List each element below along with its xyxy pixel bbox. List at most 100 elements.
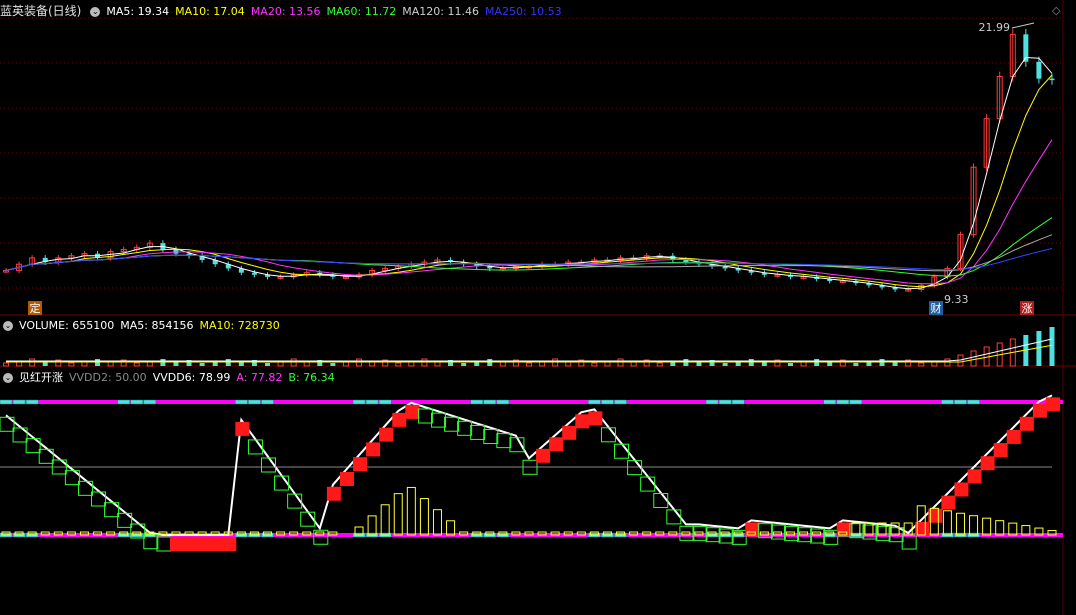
volume-bar bbox=[395, 362, 402, 367]
indicator-top-band-seg bbox=[352, 399, 366, 405]
rising-block bbox=[1006, 429, 1021, 444]
volume-bar bbox=[199, 363, 205, 366]
volume-bar bbox=[303, 361, 310, 367]
volume-bar bbox=[591, 362, 598, 367]
badge-left: 定 bbox=[30, 301, 41, 315]
candle-down bbox=[1036, 61, 1042, 79]
candle-down bbox=[251, 272, 257, 275]
histogram-bar bbox=[955, 512, 965, 536]
volume-bar bbox=[499, 361, 506, 367]
indicator-top-band-seg bbox=[261, 399, 274, 405]
rising-block bbox=[536, 448, 551, 463]
histogram-bar bbox=[393, 493, 403, 536]
volume-bar bbox=[1036, 331, 1042, 366]
volume-bar bbox=[1049, 327, 1055, 366]
histogram-bar bbox=[367, 515, 377, 536]
volume-bar bbox=[173, 362, 179, 366]
rising-block bbox=[339, 471, 354, 486]
falling-block bbox=[627, 460, 643, 476]
rising-block bbox=[353, 457, 368, 472]
indicator-top-band-seg bbox=[378, 399, 392, 405]
rising-block bbox=[379, 427, 394, 442]
rising-block bbox=[183, 537, 198, 551]
rising-block bbox=[326, 486, 341, 501]
diamond-icon: ◇ bbox=[1052, 4, 1061, 17]
volume-bar bbox=[892, 362, 898, 366]
rising-block bbox=[235, 421, 250, 436]
volume-bar bbox=[827, 362, 833, 366]
rising-block bbox=[980, 456, 995, 471]
indicator-top-band-seg bbox=[143, 399, 157, 405]
indicator-top-band-seg bbox=[705, 399, 719, 405]
rising-block bbox=[169, 537, 184, 551]
volume-bar bbox=[369, 361, 376, 367]
indicator-top-band-seg bbox=[12, 399, 26, 405]
chart-canvas[interactable]: 21.99 9.33 ◇ 定 财 涨 bbox=[0, 0, 1076, 615]
badge-mid: 财 bbox=[931, 301, 942, 315]
rising-block bbox=[366, 442, 381, 457]
volume-bar bbox=[526, 362, 532, 367]
rising-block bbox=[954, 482, 969, 497]
falling-block bbox=[483, 429, 499, 445]
volume-bar bbox=[434, 361, 441, 367]
volume-bar bbox=[696, 362, 702, 366]
high-arrow-icon bbox=[1011, 22, 1035, 29]
rising-block bbox=[392, 412, 407, 427]
histogram-bar bbox=[406, 486, 416, 536]
falling-block bbox=[444, 416, 460, 432]
falling-block bbox=[640, 476, 656, 492]
indicator-top-band-seg bbox=[235, 399, 248, 405]
volume-bar bbox=[565, 361, 572, 367]
candle-down bbox=[1049, 78, 1055, 81]
indicator-top-band-seg bbox=[731, 399, 745, 405]
volume-bar bbox=[330, 363, 336, 366]
rising-block bbox=[562, 425, 577, 440]
low-price-label: 9.33 bbox=[944, 293, 969, 306]
rising-block bbox=[967, 469, 982, 484]
indicator-top-band-seg bbox=[130, 399, 143, 405]
indicator-top-band-seg bbox=[365, 399, 379, 405]
volume-ma5-line bbox=[6, 338, 1053, 362]
falling-block bbox=[496, 433, 512, 449]
indicator-top-band-seg bbox=[25, 399, 39, 405]
histogram-bar bbox=[942, 510, 952, 536]
rising-block bbox=[1046, 397, 1060, 412]
rising-block bbox=[993, 443, 1008, 458]
volume-bar bbox=[853, 363, 859, 366]
falling-block bbox=[156, 536, 172, 552]
volume-bar bbox=[107, 361, 114, 367]
histogram-bar bbox=[432, 509, 442, 536]
indicator-top-band-seg bbox=[823, 399, 836, 405]
indicator-top-band-seg bbox=[718, 399, 732, 405]
badge-right: 涨 bbox=[1022, 302, 1033, 315]
volume-bar bbox=[722, 363, 728, 366]
falling-block bbox=[470, 424, 486, 440]
volume-bar bbox=[133, 362, 140, 367]
rising-block bbox=[209, 537, 224, 551]
indicator-top-band-seg bbox=[836, 399, 850, 405]
volume-bar bbox=[761, 362, 767, 366]
histogram-bar bbox=[380, 504, 390, 536]
volume-bar bbox=[42, 362, 48, 366]
indicator-top-band bbox=[0, 400, 1063, 404]
falling-block bbox=[430, 412, 446, 428]
indicator-top-band-seg bbox=[117, 399, 130, 405]
ma-line-1 bbox=[5, 74, 1053, 288]
falling-block bbox=[417, 408, 433, 424]
indicator-top-band-seg bbox=[967, 399, 980, 405]
rising-block bbox=[588, 411, 603, 426]
rising-block bbox=[549, 437, 564, 452]
indicator-top-band-seg bbox=[248, 399, 261, 405]
candle-down bbox=[683, 259, 689, 263]
volume-bar bbox=[238, 362, 244, 366]
rising-block bbox=[222, 537, 237, 551]
indicator-top-band-seg bbox=[496, 399, 510, 405]
falling-block bbox=[901, 534, 917, 550]
histogram-bar bbox=[446, 520, 456, 536]
rising-block bbox=[941, 495, 956, 510]
histogram-bar bbox=[969, 515, 979, 536]
rising-block bbox=[196, 537, 211, 551]
indicator-top-band-seg bbox=[849, 399, 863, 405]
rising-block bbox=[1019, 416, 1034, 431]
indicator-top-band-seg bbox=[954, 399, 967, 405]
